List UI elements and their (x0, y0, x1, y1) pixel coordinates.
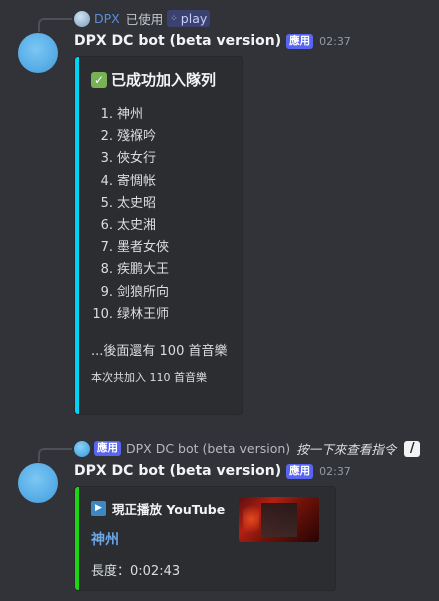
message-timestamp[interactable]: 02:37 (319, 465, 351, 478)
reply-username[interactable]: DPX (94, 11, 120, 26)
list-item: 7. 墨者女俠 (100, 240, 170, 256)
song-duration: 長度：0:02:43 (91, 564, 181, 579)
thumbnail-figure (261, 503, 297, 537)
total-added-text: 本次共加入 110 首音樂 (91, 371, 207, 384)
app-tag: 應用 (286, 463, 314, 479)
list-item: 10. 绿林王师 (92, 306, 170, 322)
embed-title: ▶ 現正播放 YouTube (91, 499, 225, 518)
embed-title-text: 已成功加入隊列 (111, 71, 217, 89)
command-mention[interactable]: ⁘ play (167, 10, 211, 27)
reply-username[interactable]: DPX DC bot (beta version) (126, 441, 290, 456)
message-timestamp[interactable]: 02:37 (319, 35, 351, 48)
slash-command-icon: ⁘ (170, 13, 178, 24)
list-item: 9. 剑狼所向 (100, 284, 170, 300)
song-title-link[interactable]: 神州 (91, 529, 119, 549)
list-item: 1. 神州 (100, 107, 144, 122)
reply-hint-text[interactable]: 按一下來查看指令 (296, 439, 396, 458)
user-avatar-small[interactable] (74, 10, 90, 27)
list-item: 6. 太史湘 (100, 217, 157, 233)
reply-action-text: 已使用 (125, 12, 164, 27)
reply-preview[interactable]: 應用 DPX DC bot (beta version) 按一下來查看指令 / (74, 439, 421, 458)
list-item: 3. 俠女行 (100, 151, 157, 167)
list-item: 4. 寄惆帐 (100, 173, 157, 189)
more-songs-text: ...後面還有 100 首音樂 (91, 344, 228, 359)
now-playing-embed: ▶ 現正播放 YouTube 神州 長度：0:02:43 (74, 486, 336, 591)
embed-accent-bar (75, 487, 79, 590)
play-icon: ▶ (91, 501, 106, 516)
queue-list: 1. 神州 2. 殘褓吟 3. 俠女行 4. 寄惆帐 5. 太史昭 6. 太史湘 7. 墨者女… (91, 104, 169, 326)
app-tag: 應用 (286, 33, 314, 49)
embed-title: ✓ 已成功加入隊列 (91, 69, 216, 90)
bot-username[interactable]: DPX DC bot (beta version) (74, 463, 281, 479)
slash-command-icon: / (404, 440, 421, 457)
message-header: DPX DC bot (beta version) 應用 02:37 (74, 33, 351, 49)
embed-accent-bar (75, 57, 79, 414)
video-thumbnail[interactable] (239, 497, 319, 542)
embed-title-text: 現正播放 YouTube (112, 502, 226, 517)
app-tag: 應用 (94, 441, 121, 456)
reply-connector (38, 448, 72, 462)
reply-preview[interactable]: DPX 已使用 ⁘ play (74, 9, 211, 28)
thumbnail-art (243, 501, 259, 537)
queue-embed: ✓ 已成功加入隊列 1. 神州 2. 殘褓吟 3. 俠女行 4. 寄惆帐 5. 太史昭 6… (74, 56, 243, 415)
command-name: play (180, 11, 208, 26)
message-header: DPX DC bot (beta version) 應用 02:37 (74, 463, 351, 479)
bot-avatar-small[interactable] (74, 440, 90, 457)
list-item: 5. 太史昭 (100, 195, 157, 211)
list-item: 8. 疾鹏大王 (100, 262, 170, 278)
list-item: 2. 殘褓吟 (100, 129, 157, 145)
check-mark-icon: ✓ (91, 71, 107, 88)
bot-username[interactable]: DPX DC bot (beta version) (74, 33, 281, 49)
reply-connector (38, 18, 72, 32)
bot-avatar[interactable] (18, 33, 58, 73)
bot-avatar[interactable] (18, 463, 58, 503)
